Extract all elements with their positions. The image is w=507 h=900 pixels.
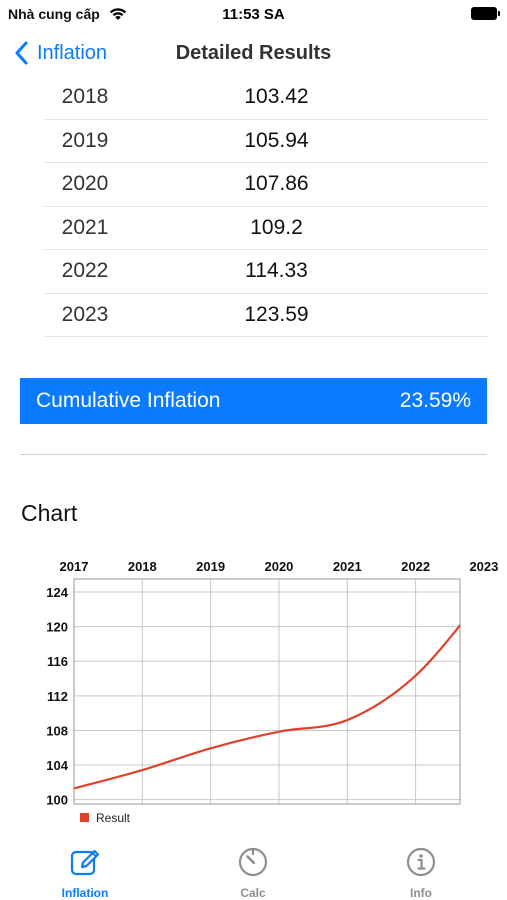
year-cell: 2019 [61,128,109,152]
tab-label: Calc [240,886,266,900]
section-divider [20,454,487,455]
y-tick-label: 120 [46,620,68,635]
x-tick-label: 2020 [264,559,293,574]
tab-bar: Inflation Calc Info [0,842,507,900]
cumulative-inflation-banner: Cumulative Inflation 23.59% [20,378,487,424]
timer-icon [238,847,268,877]
value-cell: 123.59 [244,302,309,326]
x-tick-label: 2017 [60,559,89,574]
inflation-line-chart: 2017 2018 2019 2020 2021 2022 2023 100 104 108 112… [46,559,498,825]
x-tick-label: 2023 [469,559,498,574]
chart-section-title: Chart [21,500,78,526]
battery-icon [471,7,500,20]
table-row: 2018 103.42 [45,76,488,120]
y-tick-label: 112 [47,689,68,704]
y-tick-label: 100 [46,793,68,808]
plot-frame [73,578,461,805]
cumulative-label: Cumulative Inflation [36,389,221,412]
legend-label: Result [96,811,131,825]
table-row: 2021 109.2 [45,207,488,250]
year-cell: 2023 [61,302,109,326]
x-tick-label: 2022 [401,559,430,574]
value-cell: 107.86 [244,172,309,196]
y-tick-label: 104 [46,758,68,773]
clock: 11:53 SA [222,6,285,23]
table-row: 2019 105.94 [45,120,488,163]
info-icon [406,847,436,877]
x-tick-label: 2021 [333,559,362,574]
value-cell: 103.42 [244,85,309,109]
year-cell: 2021 [61,215,109,239]
value-cell: 105.94 [244,128,309,152]
year-cell: 2022 [61,259,109,283]
cumulative-value: 23.59% [399,389,471,412]
tab-info[interactable]: Info [366,846,476,900]
table-row: 2023 123.59 [45,294,488,337]
year-cell: 2020 [61,172,109,196]
table-row: 2020 107.86 [45,163,488,207]
y-tick-label: 124 [46,585,68,600]
value-cell: 114.33 [245,259,308,283]
value-cell: 109.2 [250,215,303,239]
navigation-bar: Inflation Detailed Results [0,30,507,74]
y-tick-label: 116 [47,654,68,669]
x-tick-label: 2018 [128,559,157,574]
legend-swatch [80,813,89,822]
status-bar: Nhà cung cấp 11:53 SA [0,0,507,30]
y-tick-label: 108 [46,723,68,738]
edit-icon [70,849,100,876]
table-row: 2022 114.33 [45,250,488,294]
results-table: 2018 103.42 2019 105.94 2020 107.86 2021… [45,76,488,337]
tab-calc[interactable]: Calc [198,846,308,900]
tab-label: Info [410,886,432,900]
x-tick-label: 2019 [196,559,225,574]
page-title: Detailed Results [175,42,332,64]
year-cell: 2018 [61,85,109,109]
tab-label: Inflation [61,886,109,900]
tab-inflation[interactable]: Inflation [30,846,140,900]
